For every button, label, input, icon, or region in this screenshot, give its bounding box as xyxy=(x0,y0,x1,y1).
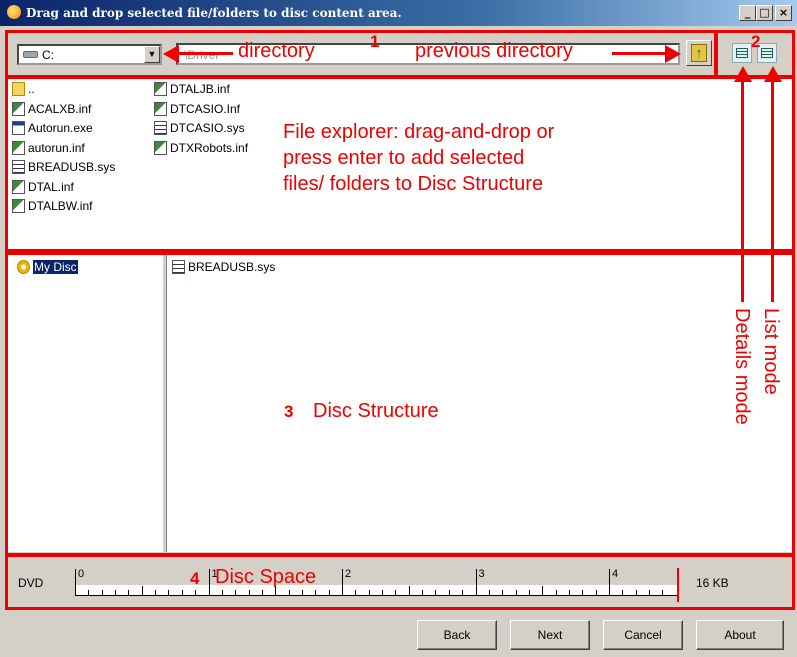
annotation-arrow-details xyxy=(741,80,744,302)
annotation-arrow-previous xyxy=(612,52,667,55)
arrowhead-right-icon xyxy=(665,45,681,63)
close-button[interactable]: × xyxy=(775,5,792,21)
back-label: Back xyxy=(443,628,471,642)
app-icon xyxy=(7,5,21,19)
annotation-list-mode: List mode xyxy=(760,308,782,395)
annotation-number-1: 1 xyxy=(370,32,380,51)
annotation-number-2: 2 xyxy=(751,32,761,51)
about-label: About xyxy=(724,628,756,642)
annotation-explorer-2: press enter to add selected xyxy=(283,147,525,169)
back-button[interactable]: Back xyxy=(417,620,497,650)
annotation-arrow-list xyxy=(771,80,774,302)
next-label: Next xyxy=(537,628,563,642)
cancel-label: Cancel xyxy=(624,628,662,642)
annotation-arrow-directory xyxy=(178,52,233,55)
annotation-explorer-1: File explorer: drag-and-drop or xyxy=(283,121,555,143)
annotation-details-mode: Details mode xyxy=(731,308,753,425)
cancel-button[interactable]: Cancel xyxy=(603,620,683,650)
minimize-button[interactable]: _ xyxy=(739,5,756,21)
title-bar: Drag and drop selected file/folders to d… xyxy=(0,0,797,26)
next-button[interactable]: Next xyxy=(510,620,590,650)
arrowhead-left-icon xyxy=(163,45,179,63)
annotation-previous-directory: previous directory xyxy=(415,40,573,62)
annotation-number-3: 3 xyxy=(284,402,294,421)
annotation-disc-structure: Disc Structure xyxy=(313,400,439,422)
window-title: Drag and drop selected file/folders to d… xyxy=(26,6,402,20)
annotation-explorer-3: files/ folders to Disc Structure xyxy=(283,173,544,195)
maximize-button[interactable]: □ xyxy=(756,5,773,21)
annotation-directory: directory xyxy=(238,40,315,62)
annotation-box-4 xyxy=(5,554,795,610)
about-button[interactable]: About xyxy=(696,620,784,650)
annotation-box-1 xyxy=(5,30,717,78)
annotation-disc-space: Disc Space xyxy=(215,566,317,588)
annotation-number-4: 4 xyxy=(190,569,200,588)
